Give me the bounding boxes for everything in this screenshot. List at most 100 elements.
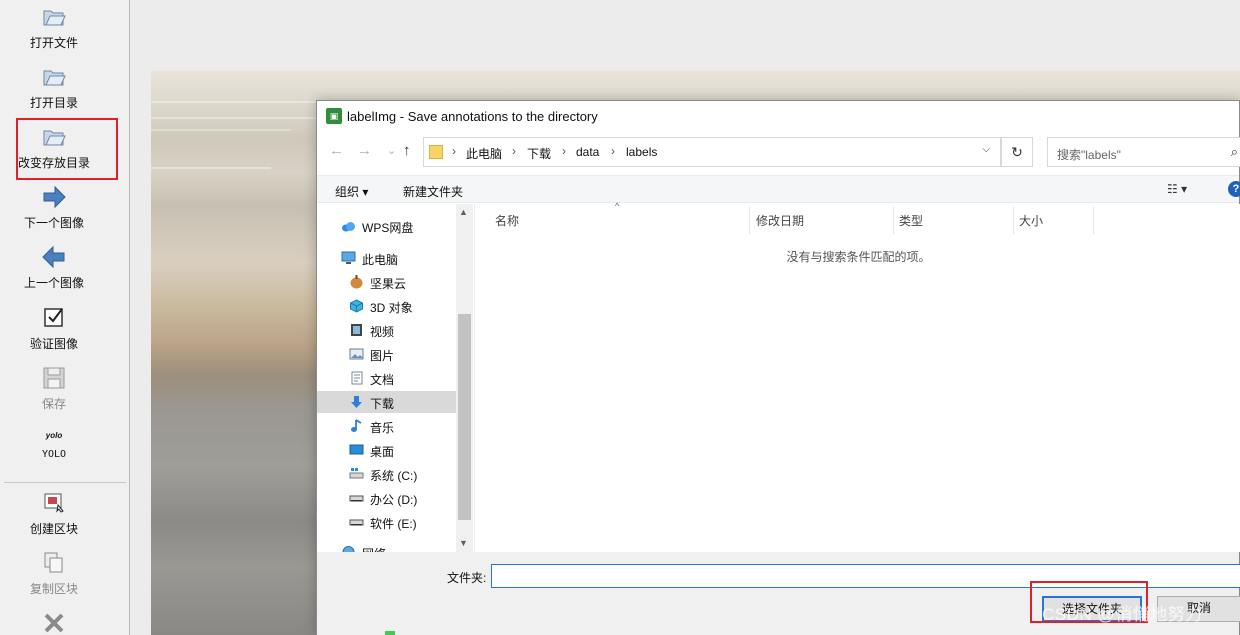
crumb-labels[interactable]: labels: [626, 145, 657, 159]
column-divider[interactable]: [749, 207, 750, 234]
desktop-icon: [349, 444, 364, 455]
file-list-pane[interactable]: ^ 名称 修改日期 类型 大小 没有与搜索条件匹配的项。: [474, 201, 1240, 552]
scroll-thumb[interactable]: [458, 314, 471, 520]
nut-icon: [350, 275, 363, 289]
nav-scrollbar[interactable]: ▲ ▼: [456, 204, 473, 552]
image-streak: [151, 129, 291, 131]
image-streak: [151, 167, 271, 169]
nav-item-music[interactable]: 音乐: [317, 415, 457, 437]
checkbox-icon: [44, 308, 63, 327]
crumb-this-pc[interactable]: 此电脑: [466, 145, 502, 162]
nav-item-desktop[interactable]: 桌面: [317, 439, 457, 461]
copy-rect-icon: [44, 552, 63, 573]
forward-arrow-icon[interactable]: →: [357, 142, 372, 159]
column-header-modified[interactable]: 修改日期: [756, 212, 804, 229]
nav-item-jianguoyun[interactable]: 坚果云: [317, 271, 457, 293]
arrow-right-icon: [43, 185, 66, 209]
nav-item-wps-cloud[interactable]: WPS网盘: [317, 215, 457, 237]
search-box[interactable]: 搜索"labels" ⌕: [1047, 137, 1240, 167]
nav-label: 视频: [370, 325, 395, 339]
verify-image-button[interactable]: 验证图像: [0, 305, 108, 352]
cloud-icon: [342, 222, 355, 232]
open-dir-label: 打开目录: [29, 96, 78, 110]
empty-message: 没有与搜索条件匹配的项。: [786, 250, 931, 264]
open-file-icon: [43, 10, 66, 26]
navigation-row: ← → ⌄ ↑ › 此电脑 › 下载 › data › labels ⌵ ↻ 搜…: [317, 136, 1240, 168]
image-streak: [151, 117, 321, 119]
yolo-icon: yolo: [45, 431, 63, 440]
highlight-box-change-dir: [16, 118, 118, 180]
prev-image-label: 上一个图像: [23, 276, 84, 290]
nav-item-3d-objects[interactable]: 3D 对象: [317, 295, 457, 317]
delete-rect-icon: [44, 613, 64, 633]
yolo-format-button[interactable]: yolo YOLO: [0, 423, 108, 460]
chevron-right-icon[interactable]: ›: [452, 144, 456, 158]
refresh-button[interactable]: ↻: [1001, 137, 1033, 167]
picture-icon: [349, 348, 364, 360]
nav-item-drive-e[interactable]: 软件 (E:): [317, 511, 457, 533]
nav-item-drive-c[interactable]: 系统 (C:): [317, 463, 457, 485]
nav-item-documents[interactable]: 文档: [317, 367, 457, 389]
nav-item-videos[interactable]: 视频: [317, 319, 457, 341]
column-divider[interactable]: [1013, 207, 1014, 234]
save-button[interactable]: 保存: [0, 365, 108, 412]
computer-icon: [341, 251, 356, 264]
chevron-down-icon[interactable]: ⌵: [982, 144, 990, 155]
chevron-right-icon[interactable]: ›: [562, 144, 566, 158]
up-arrow-icon[interactable]: ↑: [403, 142, 411, 159]
open-file-button[interactable]: 打开文件: [0, 4, 108, 51]
dialog-title: labelImg - Save annotations to the direc…: [347, 109, 598, 124]
document-icon: [351, 371, 363, 385]
column-header-size[interactable]: 大小: [1019, 212, 1043, 229]
nav-label: 网络: [362, 545, 386, 552]
nav-item-this-pc[interactable]: 此电脑: [317, 247, 457, 269]
chevron-right-icon[interactable]: ›: [611, 144, 615, 158]
open-dir-button[interactable]: 打开目录: [0, 64, 108, 111]
new-folder-button[interactable]: 新建文件夹: [403, 183, 463, 200]
column-header-name[interactable]: 名称: [495, 212, 519, 229]
nav-label: 此电脑: [362, 253, 399, 267]
nav-item-drive-d[interactable]: 办公 (D:): [317, 487, 457, 509]
nav-item-pictures[interactable]: 图片: [317, 343, 457, 365]
film-icon: [351, 324, 362, 336]
nav-label: 3D 对象: [370, 301, 413, 315]
nav-label: 桌面: [370, 445, 395, 459]
scroll-up-icon[interactable]: ▲: [459, 207, 468, 217]
scroll-down-icon[interactable]: ▼: [459, 538, 468, 548]
organize-menu[interactable]: 组织 ▾: [335, 183, 368, 200]
verify-image-label: 验证图像: [29, 337, 78, 351]
open-dir-icon: [43, 70, 66, 86]
crumb-data[interactable]: data: [576, 145, 599, 159]
view-options-icon[interactable]: ☷ ▾: [1167, 182, 1187, 196]
nav-item-downloads[interactable]: 下载: [317, 391, 457, 413]
drive-icon: [349, 519, 364, 526]
back-arrow-icon[interactable]: ←: [329, 142, 344, 159]
nav-label: 文档: [370, 373, 395, 387]
arrow-left-icon: [42, 245, 65, 269]
recent-dropdown-icon[interactable]: ⌄: [387, 144, 396, 157]
next-image-button[interactable]: 下一个图像: [0, 184, 108, 231]
next-image-label: 下一个图像: [23, 216, 84, 230]
sort-ascending-icon: ^: [615, 201, 620, 211]
nav-item-network[interactable]: 网络: [317, 541, 457, 552]
search-placeholder: 搜索"labels": [1057, 148, 1121, 162]
toolbar: 打开文件 打开目录 改变存放目录 下一个图像 上一个图像 验证图像 保存 yol…: [0, 0, 130, 635]
command-bar: 组织 ▾ 新建文件夹 ☷ ▾ ?: [317, 175, 1240, 203]
delete-rect-button[interactable]: [0, 610, 108, 635]
column-header-type[interactable]: 类型: [899, 212, 923, 229]
create-rect-icon: [44, 493, 64, 513]
address-bar[interactable]: › 此电脑 › 下载 › data › labels ⌵: [423, 137, 1001, 167]
nav-label: 图片: [370, 349, 395, 363]
column-divider[interactable]: [893, 207, 894, 234]
watermark: CSDN @悄悄地努力: [1042, 605, 1203, 624]
crumb-downloads[interactable]: 下载: [527, 145, 551, 162]
copy-rect-button[interactable]: 复制区块: [0, 550, 108, 597]
drive-c-icon: [349, 468, 364, 479]
column-divider[interactable]: [1093, 207, 1094, 234]
nav-label: 软件 (E:): [370, 517, 417, 531]
create-rect-button[interactable]: 创建区块: [0, 490, 108, 537]
nav-label: WPS网盘: [362, 221, 414, 235]
prev-image-button[interactable]: 上一个图像: [0, 244, 108, 291]
chevron-right-icon[interactable]: ›: [512, 144, 516, 158]
help-icon[interactable]: ?: [1228, 181, 1240, 197]
